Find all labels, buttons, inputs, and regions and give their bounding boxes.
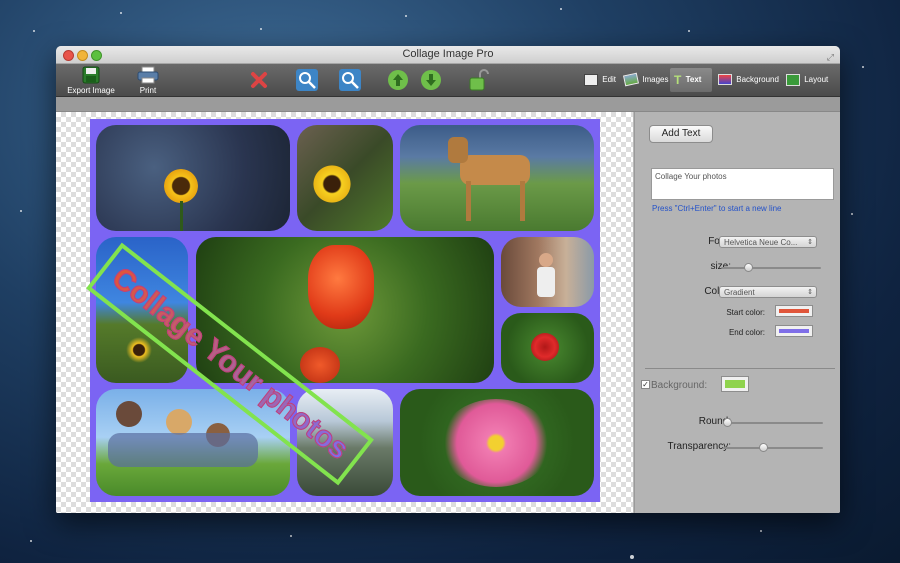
save-icon (82, 66, 100, 84)
delete-icon[interactable] (249, 70, 269, 90)
transparency-slider-knob[interactable] (759, 443, 769, 452)
photo-pink-flower[interactable] (400, 389, 594, 496)
zoom-in-icon[interactable] (296, 69, 318, 91)
zoom-out-icon[interactable] (339, 69, 361, 91)
background-label: Background: (651, 380, 708, 391)
window-title: Collage Image Pro (402, 48, 494, 60)
tab-images-label: Images (642, 75, 669, 84)
start-color-label: Start color: (726, 308, 765, 317)
print-button[interactable]: Print (128, 64, 168, 96)
unlock-icon[interactable] (468, 68, 490, 92)
start-color-fill (779, 309, 809, 313)
transparency-label: Transparency: (667, 441, 731, 452)
tab-text[interactable]: T Text (670, 68, 712, 92)
color-mode-select[interactable]: Gradient ⇕ (719, 286, 817, 298)
add-text-label: Add Text (661, 128, 701, 139)
zoom-window-button[interactable] (91, 50, 102, 61)
round-label: Round: (698, 416, 731, 427)
background-checkbox[interactable]: ✓ (641, 380, 650, 389)
photo-sunflower-leaves[interactable] (297, 125, 393, 231)
photo-great-dane[interactable] (400, 125, 594, 231)
tab-images[interactable]: Images (623, 68, 669, 92)
photo-sunflower-sky[interactable] (96, 125, 290, 231)
tab-layout[interactable]: Layout (786, 68, 832, 92)
minimize-window-button[interactable] (77, 50, 88, 61)
send-backward-icon[interactable] (420, 69, 442, 91)
end-color-swatch[interactable] (775, 325, 813, 337)
tab-background[interactable]: Background (718, 68, 779, 92)
print-label: Print (139, 86, 157, 95)
start-color-swatch[interactable] (775, 305, 813, 317)
chevron-updown-icon: ⇕ (807, 289, 813, 296)
chevron-updown-icon: ⇕ (807, 239, 813, 246)
transparency-slider[interactable] (723, 443, 823, 452)
background-icon (718, 74, 732, 86)
size-slider-knob[interactable] (743, 263, 753, 272)
photo-red-rose[interactable] (501, 313, 594, 383)
export-image-label: Export Image (67, 86, 115, 95)
background-color-swatch[interactable] (721, 376, 749, 392)
tab-edit-label: Edit (602, 75, 617, 84)
tab-text-label: Text (685, 75, 702, 85)
tab-edit[interactable]: Edit (584, 68, 620, 92)
export-image-button[interactable]: Export Image (64, 64, 118, 96)
toolbar-divider (56, 97, 840, 112)
photo-girl-street[interactable] (501, 237, 594, 307)
background-color-fill (725, 380, 745, 388)
font-select-value: Helvetica Neue Co... (724, 238, 798, 247)
close-window-button[interactable] (63, 50, 74, 61)
new-line-hint: Press "Ctrl+Enter" to start a new line (652, 204, 782, 213)
text-settings-panel: Add Text Collage Your photos Press "Ctrl… (634, 112, 840, 513)
end-color-label: End color: (728, 328, 765, 337)
app-window: Collage Image Pro ⤢ Export Image Print E… (56, 46, 840, 513)
images-icon (623, 73, 639, 87)
round-slider[interactable] (723, 418, 823, 427)
color-mode-value: Gradient (724, 288, 755, 297)
tab-background-label: Background (736, 75, 779, 84)
layout-icon (786, 73, 800, 86)
size-slider[interactable] (721, 263, 821, 272)
add-text-button[interactable]: Add Text (649, 125, 713, 143)
canvas-area[interactable]: Collage Your photos (56, 112, 633, 513)
end-color-fill (779, 329, 809, 333)
text-input[interactable]: Collage Your photos (651, 168, 834, 200)
text-icon: T (674, 73, 682, 87)
printer-icon (137, 66, 159, 84)
edit-icon (584, 73, 598, 86)
font-select[interactable]: Helvetica Neue Co... ⇕ (719, 236, 817, 248)
tab-layout-label: Layout (804, 75, 829, 84)
text-input-value: Collage Your photos (655, 172, 727, 181)
collage-canvas[interactable]: Collage Your photos (86, 119, 600, 502)
round-slider-knob[interactable] (723, 418, 732, 427)
bring-forward-icon[interactable] (387, 69, 409, 91)
title-bar: Collage Image Pro ⤢ (56, 46, 840, 64)
toolbar: Export Image Print Edit Images T Text Ba… (56, 64, 840, 97)
panel-divider (645, 368, 835, 369)
